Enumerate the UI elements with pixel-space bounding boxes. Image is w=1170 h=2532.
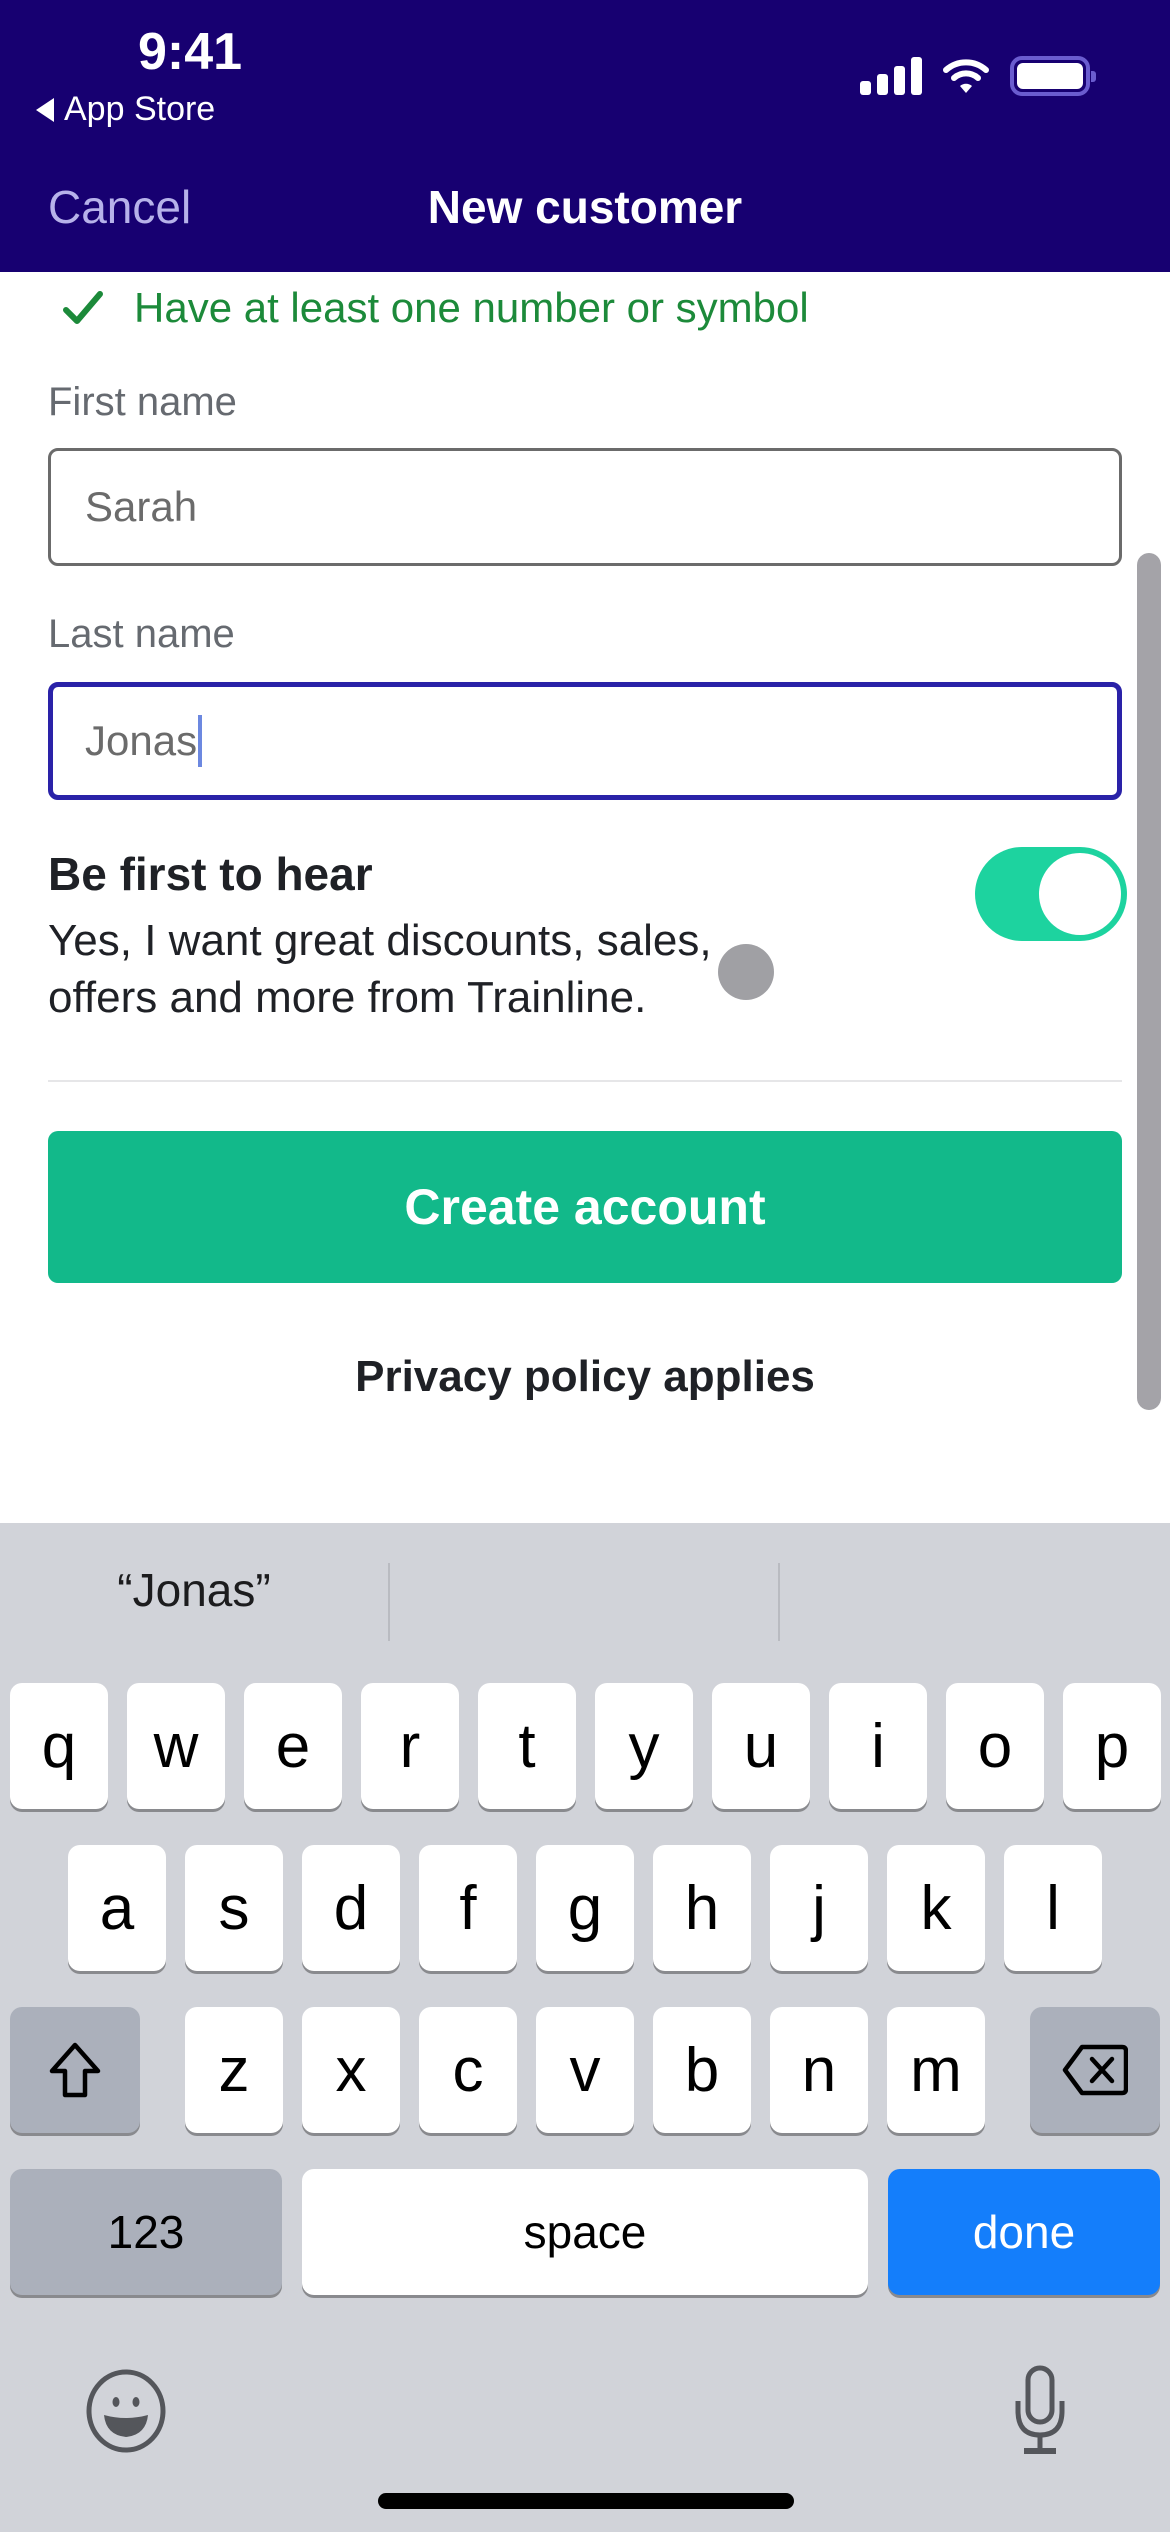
back-triangle-icon xyxy=(36,97,54,122)
wifi-icon xyxy=(943,59,989,93)
back-to-app-store[interactable]: App Store xyxy=(36,90,215,129)
key-g[interactable]: g xyxy=(536,1845,634,1971)
key-z[interactable]: z xyxy=(185,2007,283,2133)
key-s[interactable]: s xyxy=(185,1845,283,1971)
marketing-body: Yes, I want great discounts, sales, offe… xyxy=(48,916,712,1022)
suggestion-1[interactable]: “Jonas” xyxy=(0,1563,388,1617)
suggestion-bar: “Jonas” xyxy=(0,1523,1170,1673)
key-m[interactable]: m xyxy=(887,2007,985,2133)
last-name-value: Jonas xyxy=(85,717,198,764)
keyboard: “Jonas” qwertyuiop asdfghjkl zxcvbnm 123… xyxy=(0,1523,1170,2532)
key-t[interactable]: t xyxy=(478,1683,576,1809)
status-icons xyxy=(860,56,1096,96)
key-p[interactable]: p xyxy=(1063,1683,1161,1809)
checkmark-icon xyxy=(63,291,103,324)
marketing-toggle[interactable] xyxy=(975,847,1127,941)
back-app-label: App Store xyxy=(64,90,216,128)
microphone-icon[interactable] xyxy=(1010,2365,1070,2457)
key-i[interactable]: i xyxy=(829,1683,927,1809)
password-rule-text: Have at least one number or symbol xyxy=(134,284,809,331)
divider xyxy=(48,1080,1122,1082)
shift-icon xyxy=(49,2042,101,2098)
key-l[interactable]: l xyxy=(1004,1845,1102,1971)
navigation-header: 9:41 App Store Cancel New customer xyxy=(0,0,1170,272)
scrollbar[interactable] xyxy=(1137,553,1161,1410)
key-k[interactable]: k xyxy=(887,1845,985,1971)
key-n[interactable]: n xyxy=(770,2007,868,2133)
page-title: New customer xyxy=(427,181,743,233)
first-name-label: First name xyxy=(48,380,237,424)
password-rule: Have at least one number or symbol xyxy=(60,284,809,332)
form-content: Have at least one number or symbol First… xyxy=(0,272,1170,1522)
first-name-field[interactable]: Sarah xyxy=(48,448,1122,566)
key-a[interactable]: a xyxy=(68,1845,166,1971)
numbers-key[interactable]: 123 xyxy=(10,2169,282,2295)
key-j[interactable]: j xyxy=(770,1845,868,1971)
first-name-value: Sarah xyxy=(85,483,198,530)
privacy-policy-link[interactable]: Privacy policy applies xyxy=(0,1352,1170,1402)
key-y[interactable]: y xyxy=(595,1683,693,1809)
space-key[interactable]: space xyxy=(302,2169,868,2295)
key-c[interactable]: c xyxy=(419,2007,517,2133)
done-key[interactable]: done xyxy=(888,2169,1160,2295)
key-h[interactable]: h xyxy=(653,1845,751,1971)
text-caret xyxy=(198,715,203,767)
toggle-knob xyxy=(1039,853,1121,935)
key-o[interactable]: o xyxy=(946,1683,1044,1809)
signal-icon xyxy=(860,57,922,95)
key-e[interactable]: e xyxy=(244,1683,342,1809)
delete-key[interactable] xyxy=(1030,2007,1160,2133)
marketing-title: Be first to hear xyxy=(48,848,373,900)
delete-icon xyxy=(1062,2044,1128,2096)
emoji-icon[interactable] xyxy=(84,2369,168,2453)
key-u[interactable]: u xyxy=(712,1683,810,1809)
last-name-label: Last name xyxy=(48,612,235,656)
key-v[interactable]: v xyxy=(536,2007,634,2133)
last-name-field[interactable]: Jonas xyxy=(48,682,1122,800)
create-account-button[interactable]: Create account xyxy=(48,1131,1122,1283)
status-time: 9:41 xyxy=(138,23,243,81)
key-x[interactable]: x xyxy=(302,2007,400,2133)
key-q[interactable]: q xyxy=(10,1683,108,1809)
battery-icon xyxy=(1010,56,1096,96)
touch-indicator xyxy=(718,944,774,1000)
key-r[interactable]: r xyxy=(361,1683,459,1809)
home-indicator xyxy=(378,2493,794,2509)
key-w[interactable]: w xyxy=(127,1683,225,1809)
suggestion-separator xyxy=(778,1563,780,1641)
key-b[interactable]: b xyxy=(653,2007,751,2133)
key-f[interactable]: f xyxy=(419,1845,517,1971)
suggestion-separator xyxy=(388,1563,390,1641)
key-d[interactable]: d xyxy=(302,1845,400,1971)
shift-key[interactable] xyxy=(10,2007,140,2133)
